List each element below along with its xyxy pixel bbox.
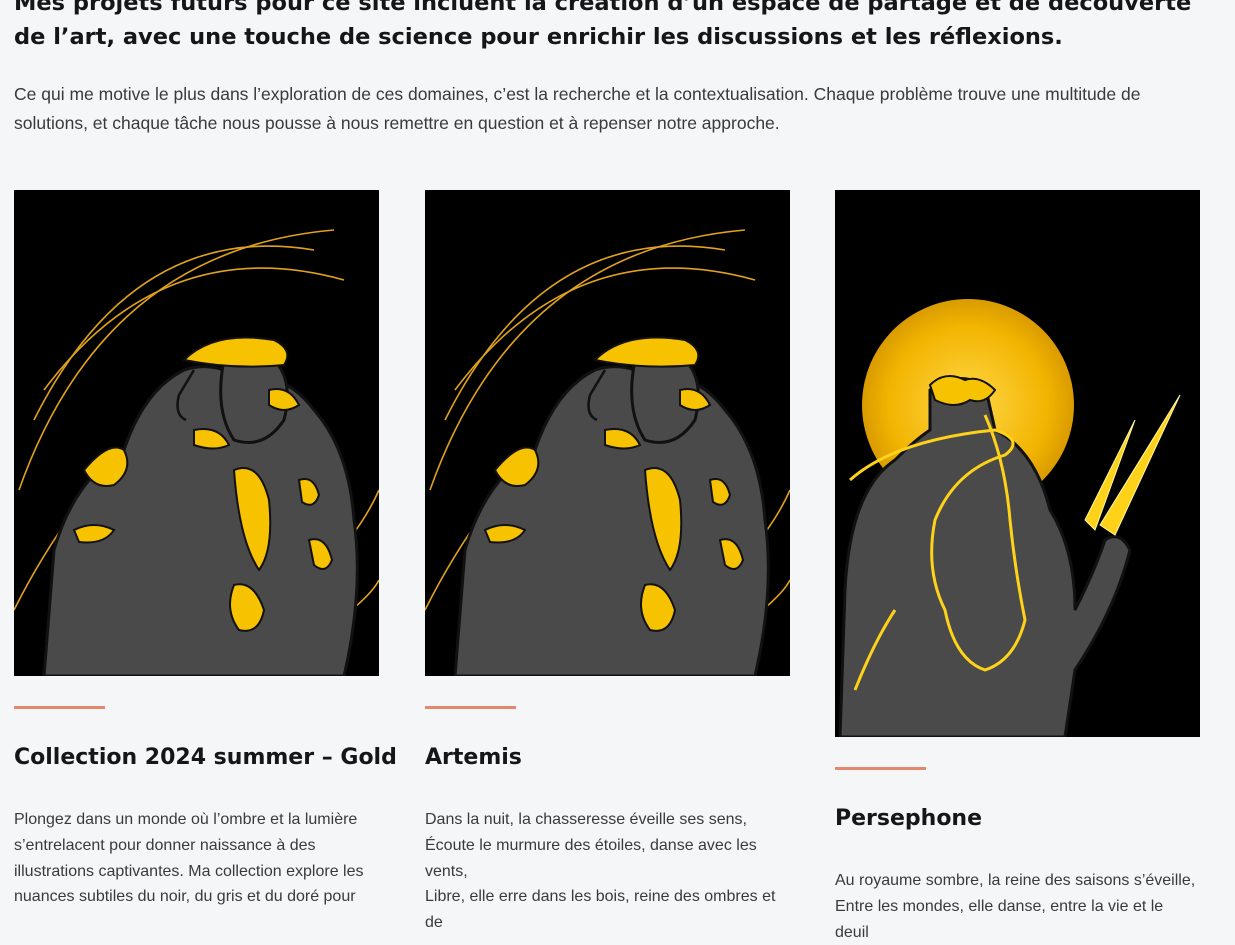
- intro-paragraph: Ce qui me motive le plus dans l’explorat…: [14, 84, 1141, 133]
- artwork-gold-embrace-image[interactable]: [14, 190, 379, 676]
- card-title[interactable]: Artemis: [425, 743, 790, 773]
- artwork-persephone-image[interactable]: [835, 190, 1200, 737]
- intro-heading: Mes projets futurs pour ce site incluent…: [14, 0, 1192, 50]
- card-title[interactable]: Persephone: [835, 804, 1200, 834]
- artwork-artemis-image[interactable]: [425, 190, 790, 676]
- artwork-card: Persephone Au royaume sombre, la reine d…: [835, 190, 1200, 945]
- card-text: Au royaume sombre, la reine des saisons …: [835, 872, 1196, 941]
- card-title[interactable]: Collection 2024 summer – Gold: [14, 743, 397, 773]
- accent-rule: [835, 767, 926, 770]
- card-text: Dans la nuit, la chasseresse éveille ses…: [425, 811, 776, 932]
- accent-rule: [14, 706, 105, 709]
- artwork-card: Artemis Dans la nuit, la chasseresse éve…: [425, 190, 790, 936]
- artwork-card: Collection 2024 summer – Gold Plongez da…: [14, 190, 397, 910]
- accent-rule: [425, 706, 516, 709]
